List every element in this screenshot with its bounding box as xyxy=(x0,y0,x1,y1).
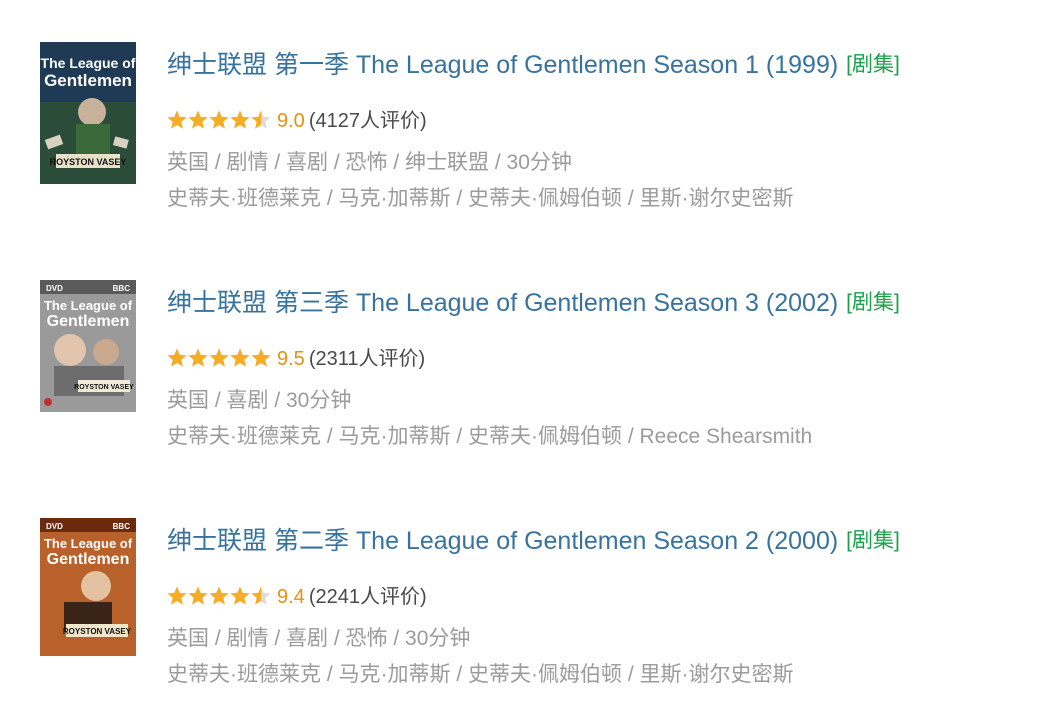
star-filled-icon xyxy=(230,348,250,367)
list-item: The League of Gentlemen ROYSTON VASEY 绅士… xyxy=(40,42,1030,242)
cast-info: 史蒂夫·班德莱克 / 马克·加蒂斯 / 史蒂夫·佩姆伯顿 / Reece She… xyxy=(167,425,813,448)
poster-s2-icon: DVD BBC The League of Gentlemen ROYSTON … xyxy=(40,518,136,656)
rating-line: 9.0 (4127人评价) xyxy=(167,106,427,136)
svg-text:The League of: The League of xyxy=(41,55,136,71)
svg-text:Gentlemen: Gentlemen xyxy=(47,313,130,330)
title-link[interactable]: 绅士联盟 第二季 The League of Gentlemen Season … xyxy=(167,527,838,555)
svg-text:Gentlemen: Gentlemen xyxy=(44,71,132,90)
star-filled-icon xyxy=(167,586,187,605)
type-tag: [剧集] xyxy=(846,291,900,314)
star-filled-icon xyxy=(230,586,250,605)
title-line: 绅士联盟 第三季 The League of Gentlemen Season … xyxy=(167,286,900,320)
poster-s3-icon: DVD BBC The League of Gentlemen ROYSTON … xyxy=(40,280,136,412)
cast-info: 史蒂夫·班德莱克 / 马克·加蒂斯 / 史蒂夫·佩姆伯顿 / 里斯·谢尔史密斯 xyxy=(167,187,794,210)
svg-text:The League of: The League of xyxy=(44,536,133,551)
star-filled-icon xyxy=(209,586,229,605)
rating-stars-icon xyxy=(167,348,271,368)
cast-info: 史蒂夫·班德莱克 / 马克·加蒂斯 / 史蒂夫·佩姆伯顿 / 里斯·谢尔史密斯 xyxy=(167,663,794,686)
poster-image[interactable]: The League of Gentlemen ROYSTON VASEY xyxy=(40,42,136,184)
rating-count: (4127人评价) xyxy=(308,110,427,132)
star-filled-icon xyxy=(188,110,208,129)
title-line: 绅士联盟 第二季 The League of Gentlemen Season … xyxy=(167,524,900,558)
star-filled-icon xyxy=(209,110,229,129)
type-tag: [剧集] xyxy=(846,53,900,76)
rating-line: 9.5 (2311人评价) xyxy=(167,344,425,374)
poster-s1-icon: The League of Gentlemen ROYSTON VASEY xyxy=(40,42,136,184)
list-item: DVD BBC The League of Gentlemen ROYSTON … xyxy=(40,280,1030,480)
result-list: The League of Gentlemen ROYSTON VASEY 绅士… xyxy=(0,0,1042,720)
poster-image[interactable]: DVD BBC The League of Gentlemen ROYSTON … xyxy=(40,280,136,422)
genre-info: 英国 / 剧情 / 喜剧 / 恐怖 / 30分钟 xyxy=(167,627,471,650)
star-filled-icon xyxy=(251,348,271,367)
star-filled-icon xyxy=(188,348,208,367)
rating-count: (2241人评价) xyxy=(308,586,427,608)
type-tag: [剧集] xyxy=(846,529,900,552)
star-filled-icon xyxy=(209,348,229,367)
svg-text:DVD: DVD xyxy=(46,284,63,293)
svg-text:DVD: DVD xyxy=(46,522,63,531)
svg-text:BBC: BBC xyxy=(113,284,131,293)
rating-score: 9.5 xyxy=(277,348,305,370)
svg-text:The League of: The League of xyxy=(44,298,133,313)
svg-text:ROYSTON VASEY: ROYSTON VASEY xyxy=(63,627,132,636)
star-filled-icon xyxy=(188,586,208,605)
rating-line: 9.4 (2241人评价) xyxy=(167,582,427,612)
title-line: 绅士联盟 第一季 The League of Gentlemen Season … xyxy=(167,48,900,82)
poster-image[interactable]: DVD BBC The League of Gentlemen ROYSTON … xyxy=(40,518,136,660)
genre-info: 英国 / 剧情 / 喜剧 / 恐怖 / 绅士联盟 / 30分钟 xyxy=(167,151,572,174)
svg-text:Gentlemen: Gentlemen xyxy=(47,551,130,568)
star-filled-icon xyxy=(230,110,250,129)
star-filled-icon xyxy=(167,348,187,367)
rating-score: 9.4 xyxy=(277,586,305,608)
list-item: DVD BBC The League of Gentlemen ROYSTON … xyxy=(40,518,1030,718)
rating-count: (2311人评价) xyxy=(308,348,426,370)
star-filled-icon xyxy=(167,110,187,129)
title-link[interactable]: 绅士联盟 第一季 The League of Gentlemen Season … xyxy=(167,51,838,79)
svg-text:ROYSTON VASEY: ROYSTON VASEY xyxy=(50,157,127,167)
svg-text:BBC: BBC xyxy=(113,522,131,531)
title-link[interactable]: 绅士联盟 第三季 The League of Gentlemen Season … xyxy=(167,289,838,317)
genre-info: 英国 / 喜剧 / 30分钟 xyxy=(167,389,352,412)
rating-score: 9.0 xyxy=(277,110,305,132)
rating-stars-icon xyxy=(167,586,271,606)
rating-stars-icon xyxy=(167,110,271,130)
svg-text:ROYSTON VASEY: ROYSTON VASEY xyxy=(74,384,134,391)
